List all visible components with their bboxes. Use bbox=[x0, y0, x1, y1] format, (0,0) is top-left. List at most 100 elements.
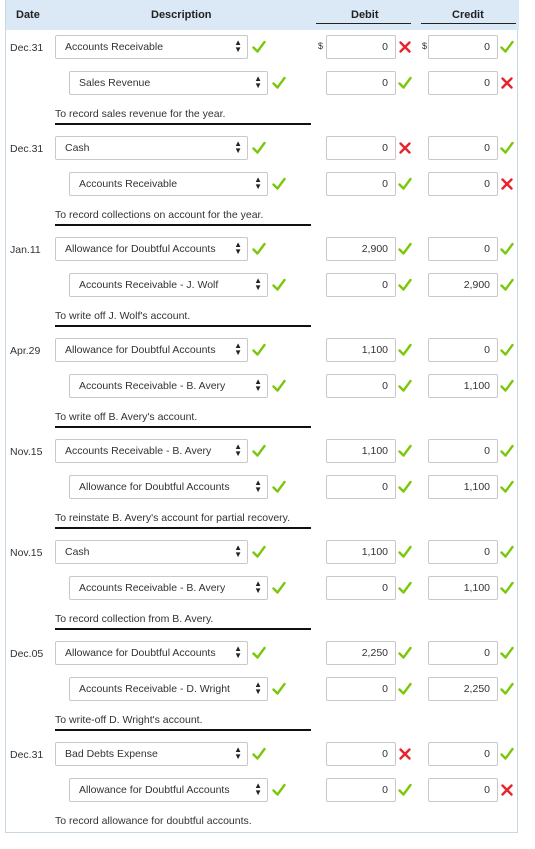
credit-input[interactable]: 0 bbox=[428, 237, 498, 261]
account-select[interactable]: Accounts Receivable - J. Wolf ▲ ▼ bbox=[69, 273, 268, 297]
check-icon bbox=[398, 444, 412, 458]
check-icon bbox=[252, 242, 266, 256]
debit-input[interactable]: 1,100 bbox=[326, 540, 396, 564]
updown-arrow-icon: ▲ ▼ bbox=[234, 644, 242, 660]
account-label: Accounts Receivable - J. Wolf bbox=[79, 279, 219, 291]
updown-arrow-icon: ▲ ▼ bbox=[234, 139, 242, 155]
debit-input[interactable]: 2,900 bbox=[326, 237, 396, 261]
check-icon bbox=[252, 444, 266, 458]
cross-icon bbox=[500, 76, 514, 90]
debit-input[interactable]: 1,100 bbox=[326, 338, 396, 362]
debit-input[interactable]: 1,100 bbox=[326, 439, 396, 463]
account-select[interactable]: Accounts Receivable - D. Wright ▲ ▼ bbox=[69, 677, 268, 701]
credit-input[interactable]: 0 bbox=[428, 778, 498, 802]
debit-input[interactable]: 0 bbox=[326, 172, 396, 196]
account-select[interactable]: Sales Revenue ▲ ▼ bbox=[69, 71, 268, 95]
credit-input[interactable]: 2,900 bbox=[428, 273, 498, 297]
debit-input[interactable]: 0 bbox=[326, 374, 396, 398]
account-select[interactable]: Cash ▲ ▼ bbox=[55, 540, 248, 564]
debit-input[interactable]: 0 bbox=[326, 35, 396, 59]
credit-input[interactable]: 0 bbox=[428, 71, 498, 95]
account-label: Allowance for Doubtful Accounts bbox=[65, 243, 216, 255]
header-description: Description bbox=[151, 9, 212, 21]
account-select[interactable]: Allowance for Doubtful Accounts ▲ ▼ bbox=[55, 237, 248, 261]
credit-input[interactable]: 0 bbox=[428, 641, 498, 665]
debit-input[interactable]: 0 bbox=[326, 677, 396, 701]
credit-input[interactable]: 2,250 bbox=[428, 677, 498, 701]
account-label: Cash bbox=[65, 142, 90, 154]
entry-memo: To write-off D. Wright's account. bbox=[55, 714, 203, 726]
check-icon bbox=[252, 141, 266, 155]
credit-input[interactable]: 0 bbox=[428, 439, 498, 463]
check-icon bbox=[500, 581, 514, 595]
account-select[interactable]: Allowance for Doubtful Accounts ▲ ▼ bbox=[69, 778, 268, 802]
account-select[interactable]: Accounts Receivable ▲ ▼ bbox=[55, 35, 248, 59]
credit-input[interactable]: 1,100 bbox=[428, 576, 498, 600]
credit-input[interactable]: 0 bbox=[428, 742, 498, 766]
check-icon bbox=[398, 177, 412, 191]
account-label: Allowance for Doubtful Accounts bbox=[79, 784, 230, 796]
account-label: Accounts Receivable bbox=[65, 41, 164, 53]
check-icon bbox=[252, 545, 266, 559]
updown-arrow-icon: ▲ ▼ bbox=[254, 276, 262, 292]
debit-input[interactable]: 0 bbox=[326, 273, 396, 297]
credit-input[interactable]: 0 bbox=[428, 35, 498, 59]
account-label: Accounts Receivable - B. Avery bbox=[79, 582, 226, 594]
debit-input[interactable]: 0 bbox=[326, 71, 396, 95]
check-icon bbox=[500, 141, 514, 155]
check-icon bbox=[500, 747, 514, 761]
check-icon bbox=[398, 480, 412, 494]
entry-memo: To reinstate B. Avery's account for part… bbox=[55, 512, 291, 524]
updown-arrow-icon: ▲ ▼ bbox=[234, 543, 242, 559]
account-select[interactable]: Accounts Receivable - B. Avery ▲ ▼ bbox=[69, 576, 268, 600]
debit-input[interactable]: 0 bbox=[326, 742, 396, 766]
account-label: Accounts Receivable - B. Avery bbox=[79, 380, 226, 392]
account-select[interactable]: Accounts Receivable - B. Avery ▲ ▼ bbox=[69, 374, 268, 398]
debit-underline bbox=[316, 23, 411, 24]
check-icon bbox=[252, 40, 266, 54]
check-icon bbox=[398, 646, 412, 660]
credit-input[interactable]: 0 bbox=[428, 172, 498, 196]
updown-arrow-icon: ▲ ▼ bbox=[254, 680, 262, 696]
debit-input[interactable]: 0 bbox=[326, 576, 396, 600]
check-icon bbox=[398, 242, 412, 256]
credit-input[interactable]: 0 bbox=[428, 136, 498, 160]
debit-input[interactable]: 0 bbox=[326, 136, 396, 160]
account-select[interactable]: Bad Debts Expense ▲ ▼ bbox=[55, 742, 248, 766]
account-label: Cash bbox=[65, 546, 90, 558]
check-icon bbox=[272, 682, 286, 696]
entry-memo: To record collections on account for the… bbox=[55, 209, 264, 221]
check-icon bbox=[500, 343, 514, 357]
account-select[interactable]: Allowance for Doubtful Accounts ▲ ▼ bbox=[69, 475, 268, 499]
credit-input[interactable]: 0 bbox=[428, 338, 498, 362]
memo-underline bbox=[55, 224, 311, 226]
account-select[interactable]: Accounts Receivable - B. Avery ▲ ▼ bbox=[55, 439, 248, 463]
check-icon bbox=[398, 379, 412, 393]
entry-memo: To record allowance for doubtful account… bbox=[55, 815, 252, 827]
debit-input[interactable]: 2,250 bbox=[326, 641, 396, 665]
account-select[interactable]: Allowance for Doubtful Accounts ▲ ▼ bbox=[55, 641, 248, 665]
entry-date: Nov.15 bbox=[10, 446, 43, 458]
account-select[interactable]: Accounts Receivable ▲ ▼ bbox=[69, 172, 268, 196]
credit-underline bbox=[421, 23, 516, 24]
debit-input[interactable]: 0 bbox=[326, 778, 396, 802]
check-icon bbox=[272, 783, 286, 797]
entry-memo: To write off B. Avery's account. bbox=[55, 411, 198, 423]
updown-arrow-icon: ▲ ▼ bbox=[234, 341, 242, 357]
account-select[interactable]: Allowance for Doubtful Accounts ▲ ▼ bbox=[55, 338, 248, 362]
currency-symbol: $ bbox=[422, 41, 428, 51]
memo-underline bbox=[55, 325, 311, 327]
check-icon bbox=[398, 343, 412, 357]
debit-input[interactable]: 0 bbox=[326, 475, 396, 499]
header-credit: Credit bbox=[452, 9, 484, 21]
credit-input[interactable]: 0 bbox=[428, 540, 498, 564]
check-icon bbox=[398, 682, 412, 696]
updown-arrow-icon: ▲ ▼ bbox=[254, 579, 262, 595]
credit-input[interactable]: 1,100 bbox=[428, 475, 498, 499]
entry-date: Dec.05 bbox=[10, 648, 44, 660]
credit-input[interactable]: 1,100 bbox=[428, 374, 498, 398]
updown-arrow-icon: ▲ ▼ bbox=[234, 38, 242, 54]
account-label: Allowance for Doubtful Accounts bbox=[65, 344, 216, 356]
account-select[interactable]: Cash ▲ ▼ bbox=[55, 136, 248, 160]
entry-memo: To write off J. Wolf's account. bbox=[55, 310, 191, 322]
